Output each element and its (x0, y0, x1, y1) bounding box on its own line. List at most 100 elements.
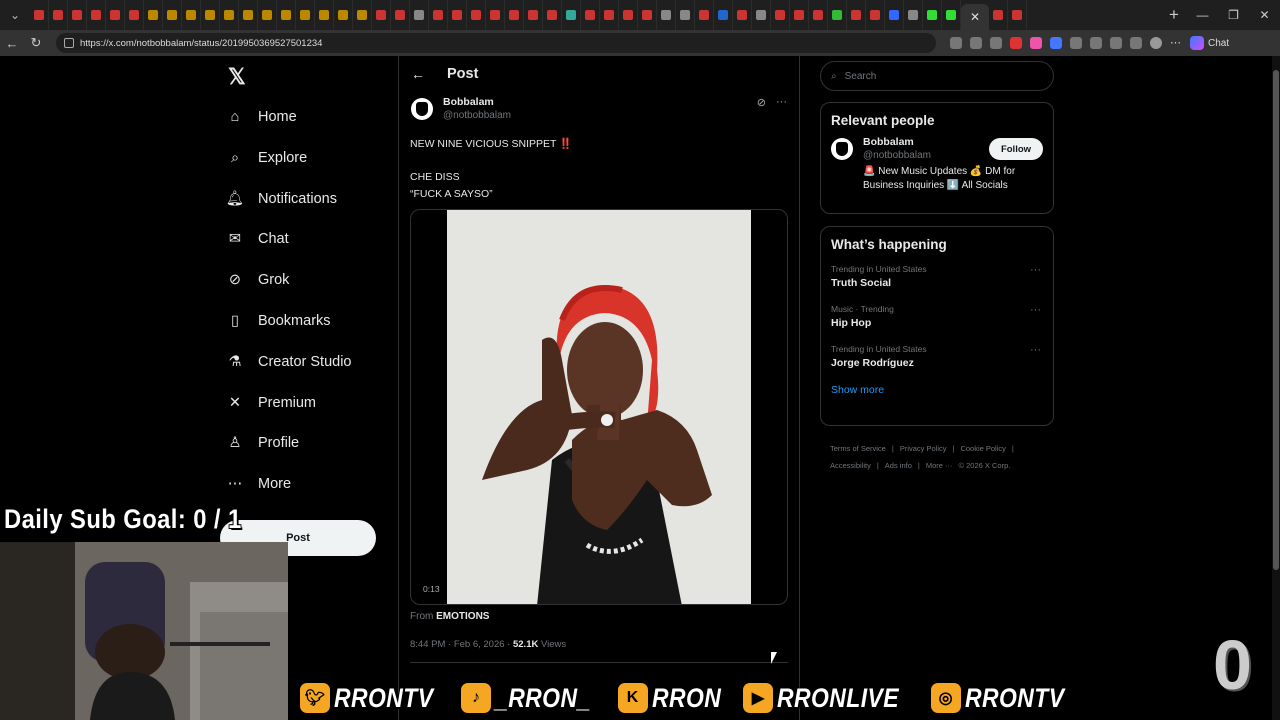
sidebar-item-notifications[interactable]: 🔔︎ Notifications (226, 184, 337, 214)
browser-tab[interactable] (239, 0, 258, 30)
copilot-chat-button[interactable]: Chat (1190, 36, 1229, 50)
sidebar-item-creator-studio[interactable]: ⚗ Creator Studio (226, 347, 352, 377)
extension-icon[interactable] (950, 37, 962, 49)
restore-button[interactable]: ❐ (1218, 8, 1249, 22)
extension-icon[interactable] (1130, 37, 1142, 49)
browser-tab[interactable] (809, 0, 828, 30)
browser-tab[interactable] (429, 0, 448, 30)
more-options-icon[interactable]: ··· (776, 96, 787, 109)
browser-tab[interactable] (68, 0, 87, 30)
close-window-button[interactable]: ✕ (1249, 8, 1280, 22)
author-handle[interactable]: @notbobbalam (443, 110, 511, 121)
browser-tab[interactable] (353, 0, 372, 30)
address-bar[interactable]: https://x.com/notbobbalam/status/2019950… (56, 33, 936, 53)
sidebar-item-chat[interactable]: ✉ Chat (226, 224, 289, 254)
minimize-button[interactable]: — (1187, 8, 1218, 22)
browser-tab[interactable] (562, 0, 581, 30)
footer-link[interactable]: Cookie Policy (960, 440, 1005, 457)
browser-tab[interactable] (201, 0, 220, 30)
back-arrow-icon[interactable]: ← (411, 66, 425, 82)
browser-tab[interactable] (182, 0, 201, 30)
grok-icon[interactable]: ⊘ (757, 96, 766, 109)
browser-tab[interactable] (391, 0, 410, 30)
back-icon[interactable]: ← (0, 36, 24, 51)
browser-tab[interactable] (125, 0, 144, 30)
browser-tab[interactable] (771, 0, 790, 30)
show-more-link[interactable]: Show more (821, 384, 1053, 396)
browser-tab[interactable] (1008, 0, 1027, 30)
browser-tab[interactable] (733, 0, 752, 30)
album-link[interactable]: EMOTIONS (436, 611, 489, 622)
browser-tab[interactable] (619, 0, 638, 30)
sidebar-item-premium[interactable]: ✕ Premium (226, 388, 316, 418)
search-input[interactable]: ⌕ Search (820, 61, 1054, 91)
active-tab-close-icon[interactable]: ✕ (961, 4, 989, 30)
browser-tab[interactable] (163, 0, 182, 30)
trend-item[interactable]: Trending in United States Truth Social ··· (821, 264, 1053, 289)
extension-icon[interactable] (1010, 37, 1022, 49)
browser-tab[interactable] (87, 0, 106, 30)
extension-icon[interactable] (1050, 37, 1062, 49)
browser-tab[interactable] (505, 0, 524, 30)
sidebar-item-home[interactable]: ⌂ Home (226, 102, 297, 132)
page-scrollbar[interactable] (1272, 56, 1280, 720)
browser-tab[interactable] (372, 0, 391, 30)
browser-tab[interactable] (49, 0, 68, 30)
browser-tab[interactable] (106, 0, 125, 30)
browser-tab[interactable] (144, 0, 163, 30)
sidebar-item-profile[interactable]: ♙ Profile (226, 428, 300, 458)
footer-link[interactable]: Ads info (885, 457, 912, 474)
avatar[interactable] (831, 138, 853, 160)
browser-tab[interactable] (657, 0, 676, 30)
browser-tab[interactable] (315, 0, 334, 30)
browser-tab[interactable] (942, 0, 961, 30)
browser-tab[interactable] (904, 0, 923, 30)
footer-link[interactable]: © 2026 X Corp. (959, 457, 1011, 474)
browser-tab[interactable] (334, 0, 353, 30)
post-timestamp[interactable]: 8:44 PM · Feb 6, 2026 · (410, 639, 513, 650)
browser-tab[interactable] (752, 0, 771, 30)
extension-icon[interactable] (1110, 37, 1122, 49)
browser-tab[interactable] (695, 0, 714, 30)
browser-tab[interactable] (885, 0, 904, 30)
browser-tab[interactable] (600, 0, 619, 30)
browser-tab[interactable] (866, 0, 885, 30)
extension-icon[interactable] (1090, 37, 1102, 49)
trend-more-icon[interactable]: ··· (1030, 344, 1041, 356)
browser-tab[interactable] (847, 0, 866, 30)
relevant-person[interactable]: Bobbalam @notbobbalam 🚨 New Music Update… (821, 128, 1053, 203)
post-author[interactable]: Bobbalam @notbobbalam (411, 96, 511, 121)
tab-search-chevron-icon[interactable]: ⌄ (4, 4, 26, 26)
browser-tab[interactable] (676, 0, 695, 30)
sidebar-item-more[interactable]: ⋯ More (226, 469, 291, 499)
site-info-icon[interactable] (64, 38, 74, 48)
browser-tab[interactable] (486, 0, 505, 30)
browser-tab[interactable] (277, 0, 296, 30)
sidebar-item-grok[interactable]: ⊘ Grok (226, 265, 290, 295)
footer-link[interactable]: Privacy Policy (900, 440, 947, 457)
sidebar-item-explore[interactable]: ⌕ Explore (226, 143, 307, 173)
extension-icon[interactable] (1070, 37, 1082, 49)
footer-link[interactable]: Terms of Service (830, 440, 886, 457)
x-logo-icon[interactable]: 𝕏 (228, 64, 246, 90)
trend-more-icon[interactable]: ··· (1030, 264, 1041, 276)
trend-more-icon[interactable]: ··· (1030, 304, 1041, 316)
extension-icon[interactable] (970, 37, 982, 49)
post-video[interactable]: 0:13 (410, 209, 788, 605)
reload-icon[interactable]: ↻ (24, 35, 48, 51)
extension-icon[interactable] (1030, 37, 1042, 49)
browser-tab[interactable] (448, 0, 467, 30)
follow-button[interactable]: Follow (989, 138, 1043, 160)
browser-tab[interactable] (790, 0, 809, 30)
browser-tab[interactable] (828, 0, 847, 30)
footer-link[interactable]: More ··· (926, 457, 953, 474)
browser-tab[interactable] (543, 0, 562, 30)
browser-tab[interactable] (220, 0, 239, 30)
new-tab-button[interactable]: + (1161, 5, 1187, 25)
browser-tab[interactable] (30, 0, 49, 30)
avatar[interactable] (411, 98, 433, 120)
browser-tab[interactable] (296, 0, 315, 30)
profile-avatar-icon[interactable] (1150, 37, 1162, 49)
footer-link[interactable]: Accessibility (830, 457, 871, 474)
trend-item[interactable]: Music · Trending Hip Hop ··· (821, 304, 1053, 329)
